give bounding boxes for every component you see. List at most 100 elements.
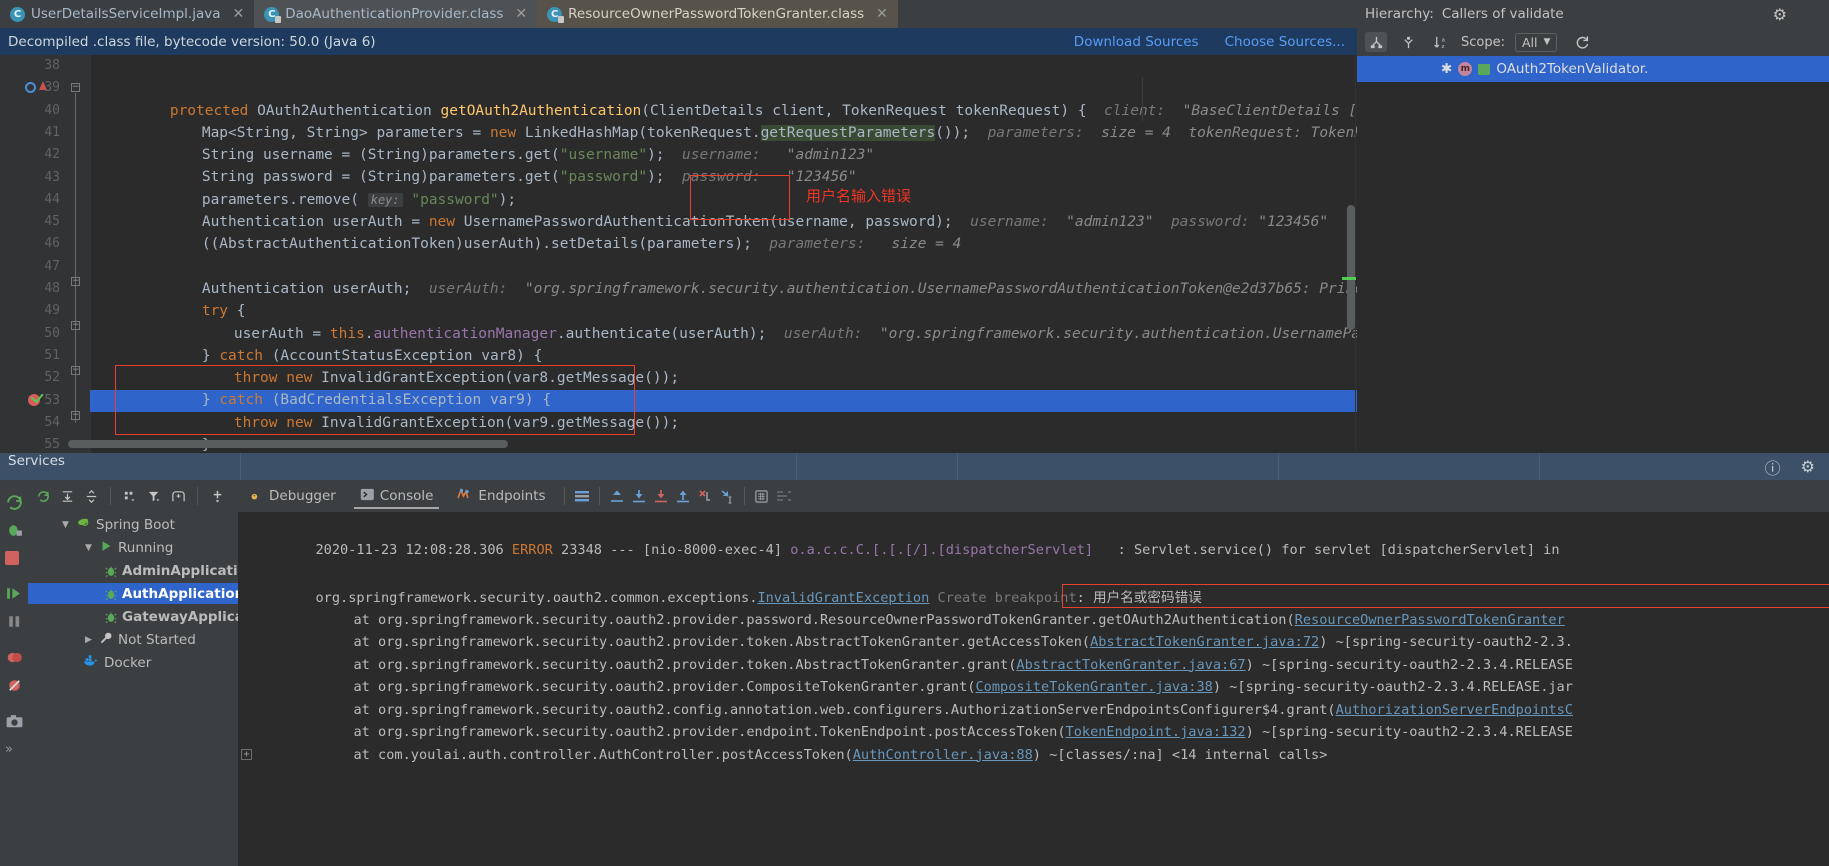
code-editor[interactable]: 38 39 40 41 42 43 44 45 46 47 48 49 50 5… <box>0 55 1357 453</box>
stop-icon[interactable] <box>5 549 24 568</box>
stack-link[interactable]: AuthController.java:88 <box>853 747 1033 763</box>
caller-hierarchy-icon[interactable] <box>1397 32 1419 52</box>
console-tabbar: Debugger Console Endpoints <box>238 480 1829 512</box>
fold-icon[interactable]: − <box>71 366 80 375</box>
filter-icon[interactable] <box>143 485 165 507</box>
close-icon[interactable]: ✕ <box>515 6 527 22</box>
tab-console[interactable]: Console <box>348 480 446 512</box>
tree-node-label: Not Started <box>118 631 196 648</box>
method-run-marker-icon[interactable] <box>25 82 36 93</box>
hierarchy-toolbar: az Scope: All ▼ <box>1357 28 1829 56</box>
tree-node-spring-boot[interactable]: ▼ Spring Boot <box>28 514 270 535</box>
tree-node-label: Docker <box>104 654 152 671</box>
run-play-icon <box>99 539 113 557</box>
run-to-cursor-icon[interactable] <box>716 485 738 507</box>
callee-hierarchy-icon[interactable] <box>1365 32 1387 52</box>
help-icon[interactable]: ⓘ <box>1765 455 1781 479</box>
sort-alphabetically-icon[interactable]: az <box>1429 32 1451 52</box>
log-separator: --- <box>610 541 635 558</box>
editor-fold-column[interactable]: − − − − − <box>68 55 91 453</box>
scope-dropdown[interactable]: All ▼ <box>1514 32 1558 52</box>
override-arrow-icon <box>39 81 47 90</box>
console-fold-icon[interactable]: + <box>241 749 252 760</box>
editor-vertical-scrollbar[interactable] <box>1347 205 1355 330</box>
view-breakpoints-icon[interactable] <box>5 648 24 667</box>
chevron-down-icon: ▼ <box>1543 37 1551 47</box>
services-header-bar: Services ⓘ ⚙ <box>0 453 1829 480</box>
add-tab-icon[interactable] <box>167 485 189 507</box>
java-class-icon <box>547 6 565 23</box>
settings-gear-icon[interactable]: ⚙ <box>1801 457 1815 476</box>
collapse-all-icon[interactable] <box>80 485 102 507</box>
stack-frame-4: at org.springframework.security.oauth2.c… <box>250 676 1572 718</box>
editor-tab-resourceownerpasswordtokengranter[interactable]: ResourceOwnerPasswordTokenGranter.class … <box>537 0 898 28</box>
rerun-debug-icon[interactable] <box>5 521 24 540</box>
editor-tab-userdetailsserviceimpl[interactable]: UserDetailsServiceImpl.java ✕ <box>0 0 255 28</box>
code-line-41: String username = (String)parameters.get… <box>201 147 883 164</box>
tab-endpoints[interactable]: Endpoints <box>445 480 557 512</box>
tab-label: DaoAuthenticationProvider.class <box>285 6 504 22</box>
docker-icon <box>83 654 99 672</box>
editor-tab-daoauthenticationprovider[interactable]: DaoAuthenticationProvider.class ✕ <box>254 0 538 28</box>
stop-step-icon[interactable] <box>694 485 716 507</box>
plus-add-icon[interactable] <box>206 485 228 507</box>
camera-screenshot-icon[interactable] <box>5 712 24 731</box>
log-logger: o.a.c.c.C.[.[.[/].[dispatcherServlet] <box>790 541 1094 558</box>
pause-program-icon[interactable] <box>5 612 24 631</box>
debug-bug-icon <box>104 610 117 624</box>
log-pid: 23348 <box>561 541 602 558</box>
stack-suffix: ) ~[classes/:na] <box>1032 746 1164 763</box>
log-level: ERROR <box>511 541 553 558</box>
soft-wrap-icon[interactable] <box>773 485 795 507</box>
close-icon[interactable]: ✕ <box>876 6 888 22</box>
hierarchy-header: Hierarchy: Callers of validate ⚙ <box>1357 0 1829 28</box>
chevron-down-icon[interactable]: ▼ <box>83 543 94 553</box>
services-tree-toolbar <box>28 480 242 512</box>
step-out-icon[interactable] <box>606 485 628 507</box>
step-into-icon[interactable] <box>628 485 650 507</box>
code-text-area[interactable]: protected OAuth2Authentication getOAuth2… <box>90 55 1357 453</box>
fold-icon[interactable]: − <box>71 411 80 420</box>
download-sources-link[interactable]: Download Sources <box>1074 34 1199 50</box>
layout-icon[interactable] <box>571 485 593 507</box>
hierarchy-subject: Callers of validate <box>1441 6 1564 22</box>
code-line-54: } <box>90 412 211 453</box>
close-icon[interactable]: ✕ <box>233 6 245 22</box>
debugger-icon <box>250 487 264 505</box>
console-icon <box>360 488 375 505</box>
gear-icon[interactable]: ⚙ <box>1773 5 1829 24</box>
lock-green-icon <box>1478 63 1491 75</box>
rerun-icon[interactable] <box>32 485 54 507</box>
tab-label: Debugger <box>269 488 336 504</box>
tab-debugger[interactable]: Debugger <box>238 480 348 512</box>
step-over-icon[interactable] <box>672 485 694 507</box>
mute-breakpoints-icon[interactable] <box>5 676 24 695</box>
resume-program-icon[interactable] <box>5 584 24 603</box>
fold-icon[interactable]: − <box>71 83 80 92</box>
editor-horizontal-scrollbar[interactable] <box>68 440 508 448</box>
tree-node-label: AdminApplication <box>122 562 257 579</box>
code-line-52: } catch (BadCredentialsException var9) { <box>201 392 552 409</box>
services-tree[interactable]: ▼ Spring Boot ▼ Running AdminApplication… <box>28 512 314 866</box>
chevron-down-icon[interactable]: ▼ <box>60 520 71 530</box>
rerun-icon[interactable] <box>5 493 24 512</box>
chevron-right-icon[interactable]: ▶ <box>83 635 94 645</box>
evaluate-expression-icon[interactable] <box>751 485 773 507</box>
editor-marker-green <box>1342 277 1356 280</box>
editor-gutter[interactable]: 38 39 40 41 42 43 44 45 46 47 48 49 50 5… <box>0 55 68 453</box>
svg-text:z: z <box>1441 44 1444 50</box>
more-options-icon[interactable]: » <box>5 742 24 761</box>
code-line-50: } catch (AccountStatusException var8) { <box>201 347 543 364</box>
hierarchy-tree-row[interactable]: ✱ m OAuth2TokenValidator. <box>1357 56 1829 82</box>
fold-icon[interactable]: − <box>71 277 80 286</box>
console-output[interactable]: + 2020-11-23 12:08:28.306 ERROR 23348 --… <box>238 512 1829 866</box>
expand-all-icon[interactable] <box>56 485 78 507</box>
code-line-51: throw new InvalidGrantException(var8.get… <box>233 370 680 387</box>
force-step-into-icon[interactable] <box>650 485 672 507</box>
breakpoint-icon[interactable] <box>28 394 40 406</box>
refresh-icon[interactable] <box>1571 32 1593 52</box>
choose-sources-link[interactable]: Choose Sources... <box>1225 34 1345 50</box>
group-by-icon[interactable] <box>119 485 141 507</box>
fold-icon[interactable]: − <box>71 321 80 330</box>
code-line-44: Authentication userAuth = new UsernamePa… <box>201 214 1329 231</box>
